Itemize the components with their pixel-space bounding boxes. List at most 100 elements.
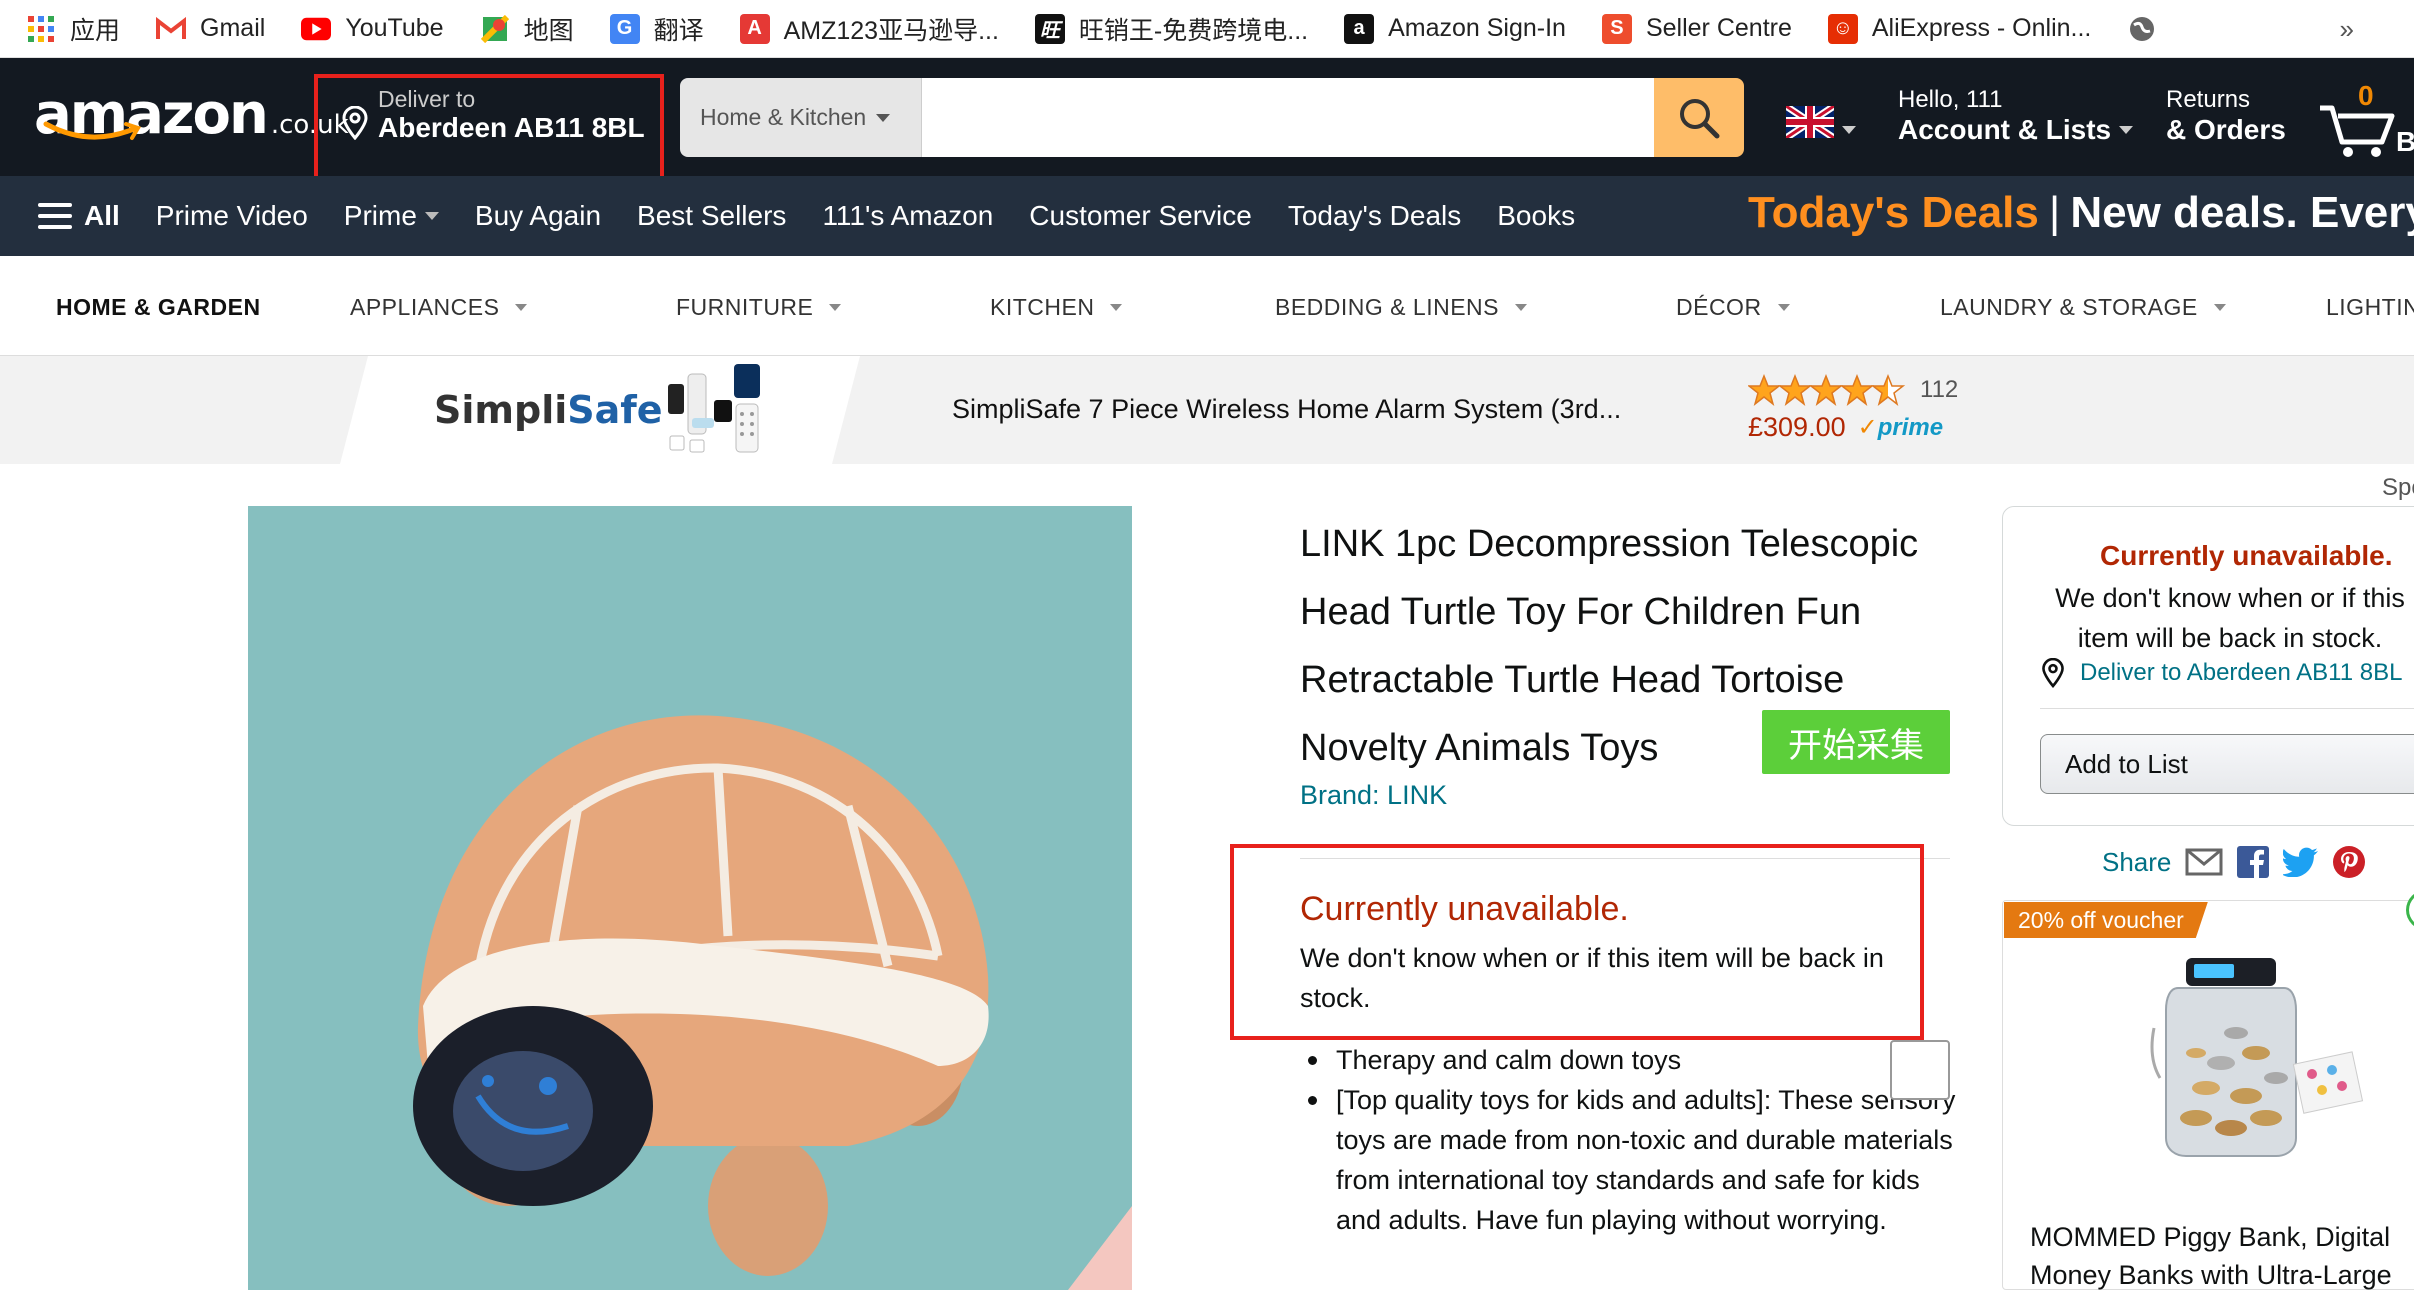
bookmark-label: 旺销王-免费跨境电... (1078, 16, 1309, 45)
bookmark-apps[interactable]: 应用 (26, 11, 120, 47)
ad-review-count: 112 (1920, 376, 1959, 403)
search-category-dropdown[interactable]: Home & Kitchen (680, 78, 922, 157)
subnav-home-garden[interactable]: HOME & GARDEN (56, 294, 261, 321)
ad-product-title[interactable]: SimpliSafe 7 Piece Wireless Home Alarm S… (952, 394, 1621, 425)
share-label: Share (2102, 846, 2172, 877)
add-to-list-button[interactable]: Add to List (2040, 734, 2414, 794)
brand-part-a: Simpli (434, 388, 568, 432)
nav-link-prime[interactable]: Prime (344, 200, 439, 232)
search-button[interactable] (1654, 78, 1744, 157)
ad-rating[interactable]: 112 (1748, 374, 1958, 406)
cart-button[interactable]: 0 B (2318, 80, 2414, 162)
section-divider (1300, 858, 1950, 859)
bookmark-seller-centre[interactable]: S Seller Centre (1601, 13, 1792, 44)
bookmarks-overflow-button[interactable]: » (2340, 14, 2354, 45)
returns-and-orders[interactable]: Returns & Orders (2166, 86, 2286, 146)
ad-price-value: £309.00 (1748, 412, 1846, 442)
nav-link-prime-video[interactable]: Prime Video (156, 200, 308, 232)
bookmark-label: YouTube (345, 14, 444, 42)
twitter-share-icon[interactable] (2283, 847, 2319, 877)
pinterest-share-icon[interactable] (2333, 846, 2366, 878)
uk-flag-icon[interactable] (1786, 106, 1834, 138)
buybox-availability-message: We don't know when or if this item will … (2055, 583, 2405, 653)
language-chevron-icon[interactable] (1842, 126, 1856, 134)
sponsored-product-title[interactable]: MOMMED Piggy Bank, Digital Money Banks w… (2030, 1218, 2414, 1290)
account-greeting: Hello, 111 (1898, 86, 2003, 113)
ad-price: £309.00 ✓prime (1748, 412, 1943, 443)
subnav-bedding-linens[interactable]: BEDDING & LINENS (1275, 294, 1527, 321)
email-share-icon[interactable] (2185, 847, 2223, 877)
search-category-label: Home & Kitchen (700, 104, 867, 130)
cart-icon (2320, 105, 2395, 157)
buybox-deliver-to[interactable]: Deliver to Aberdeen AB11 8BL (2040, 658, 2402, 688)
shopee-icon: S (1601, 13, 1632, 44)
bookmark-label: Gmail (200, 14, 266, 42)
availability-status: Currently unavailable. (1300, 890, 1629, 928)
subnav-lighting[interactable]: LIGHTIN (2326, 294, 2414, 321)
search-icon (1680, 98, 1720, 138)
compare-checkbox[interactable] (1890, 1040, 1950, 1100)
all-menu-button[interactable]: All (38, 200, 120, 232)
subnav-laundry-storage[interactable]: LAUNDRY & STORAGE (1940, 294, 2226, 321)
bookmark-aliexpress[interactable]: ☺ AliExpress - Onlin... (1827, 13, 2091, 44)
nav-link-todays-deals[interactable]: Today's Deals (1288, 200, 1461, 232)
nav-link-buy-again[interactable]: Buy Again (475, 200, 601, 232)
wangxiaowang-icon: 旺 (1034, 13, 1065, 44)
bookmark-maps[interactable]: 地图 (480, 11, 574, 47)
bookmark-wangxiaowang[interactable]: 旺 旺销王-免费跨境电... (1034, 11, 1309, 47)
bookmark-label: 地图 (523, 16, 574, 45)
banner-tagline: New deals. Every (2070, 188, 2414, 237)
banner-separator: | (2048, 188, 2061, 237)
globe-icon (2127, 14, 2157, 44)
prime-badge: ✓prime (1858, 413, 1943, 442)
bookmark-label: Seller Centre (1645, 14, 1792, 42)
star-rating-icon (1748, 374, 1906, 406)
subnav-furniture[interactable]: FURNITURE (676, 294, 842, 321)
piggy-bank-jar-image (2150, 958, 2364, 1157)
subnav-kitchen[interactable]: KITCHEN (990, 294, 1123, 321)
nav-link-label: Customer Service (1029, 200, 1252, 231)
nav-link-customer-service[interactable]: Customer Service (1029, 200, 1252, 232)
prime-check-icon: ✓ (1857, 414, 1878, 441)
start-collect-button[interactable]: 开始采集 (1762, 710, 1950, 774)
voucher-badge: 20% off voucher (2004, 902, 2208, 938)
sponsored-ad-strip[interactable]: SimpliSafe SimpliSafe 7 Piece Wireless H… (0, 356, 2414, 464)
apps-grid-icon (26, 14, 56, 44)
product-main-image[interactable] (248, 506, 1132, 1290)
feature-bullet: Therapy and calm down toys (1306, 1040, 1956, 1080)
nav-link-label: Today's Deals (1287, 200, 1462, 231)
hamburger-menu-icon (38, 203, 72, 229)
brand-part-b: Safe (567, 388, 663, 432)
bookmark-label: Amazon Sign-In (1388, 14, 1566, 42)
nav-link-best-sellers[interactable]: Best Sellers (637, 200, 786, 232)
search-input[interactable] (922, 78, 1654, 157)
account-and-lists[interactable]: Hello, 111 Account & Lists (1898, 86, 2134, 146)
subnav-decor[interactable]: DÉCOR (1676, 294, 1790, 321)
bookmark-amz123[interactable]: A AMZ123亚马逊导... (739, 11, 999, 47)
bookmark-label: 应用 (70, 16, 121, 45)
nav-link-books[interactable]: Books (1497, 200, 1575, 232)
bookmark-amazon-signin[interactable]: a Amazon Sign-In (1344, 13, 1566, 44)
account-label: Account & Lists (1898, 114, 2112, 145)
share-row: Share (2102, 846, 2366, 878)
banner-deals-text: Today's Deals (1748, 188, 2039, 237)
brand-link[interactable]: Brand: LINK (1300, 780, 1447, 811)
location-pin-icon (2042, 658, 2064, 688)
bookmark-gmail[interactable]: Gmail (156, 14, 265, 44)
orders-label: & Orders (2166, 114, 2286, 145)
subnav-label: LAUNDRY & STORAGE (1940, 294, 2198, 320)
chevron-down-icon (515, 304, 528, 311)
bookmark-youtube[interactable]: YouTube (301, 14, 444, 44)
bookmark-globe[interactable] (2127, 14, 2171, 44)
aliexpress-icon: ☺ (1827, 13, 1858, 44)
bookmark-translate[interactable]: G 翻译 (609, 11, 704, 47)
todays-deals-banner[interactable]: Today's Deals | New deals. Every (1748, 188, 2414, 238)
subnav-label: DÉCOR (1676, 294, 1762, 320)
nav-link-label: Best Sellers (637, 200, 787, 231)
youtube-icon (301, 14, 332, 44)
subnav-appliances[interactable]: APPLIANCES (350, 294, 528, 321)
nav-link-my-amazon[interactable]: 111's Amazon (822, 200, 993, 232)
chevron-down-icon (424, 212, 439, 220)
facebook-share-icon[interactable] (2237, 846, 2270, 878)
chevron-down-icon (2213, 304, 2226, 311)
